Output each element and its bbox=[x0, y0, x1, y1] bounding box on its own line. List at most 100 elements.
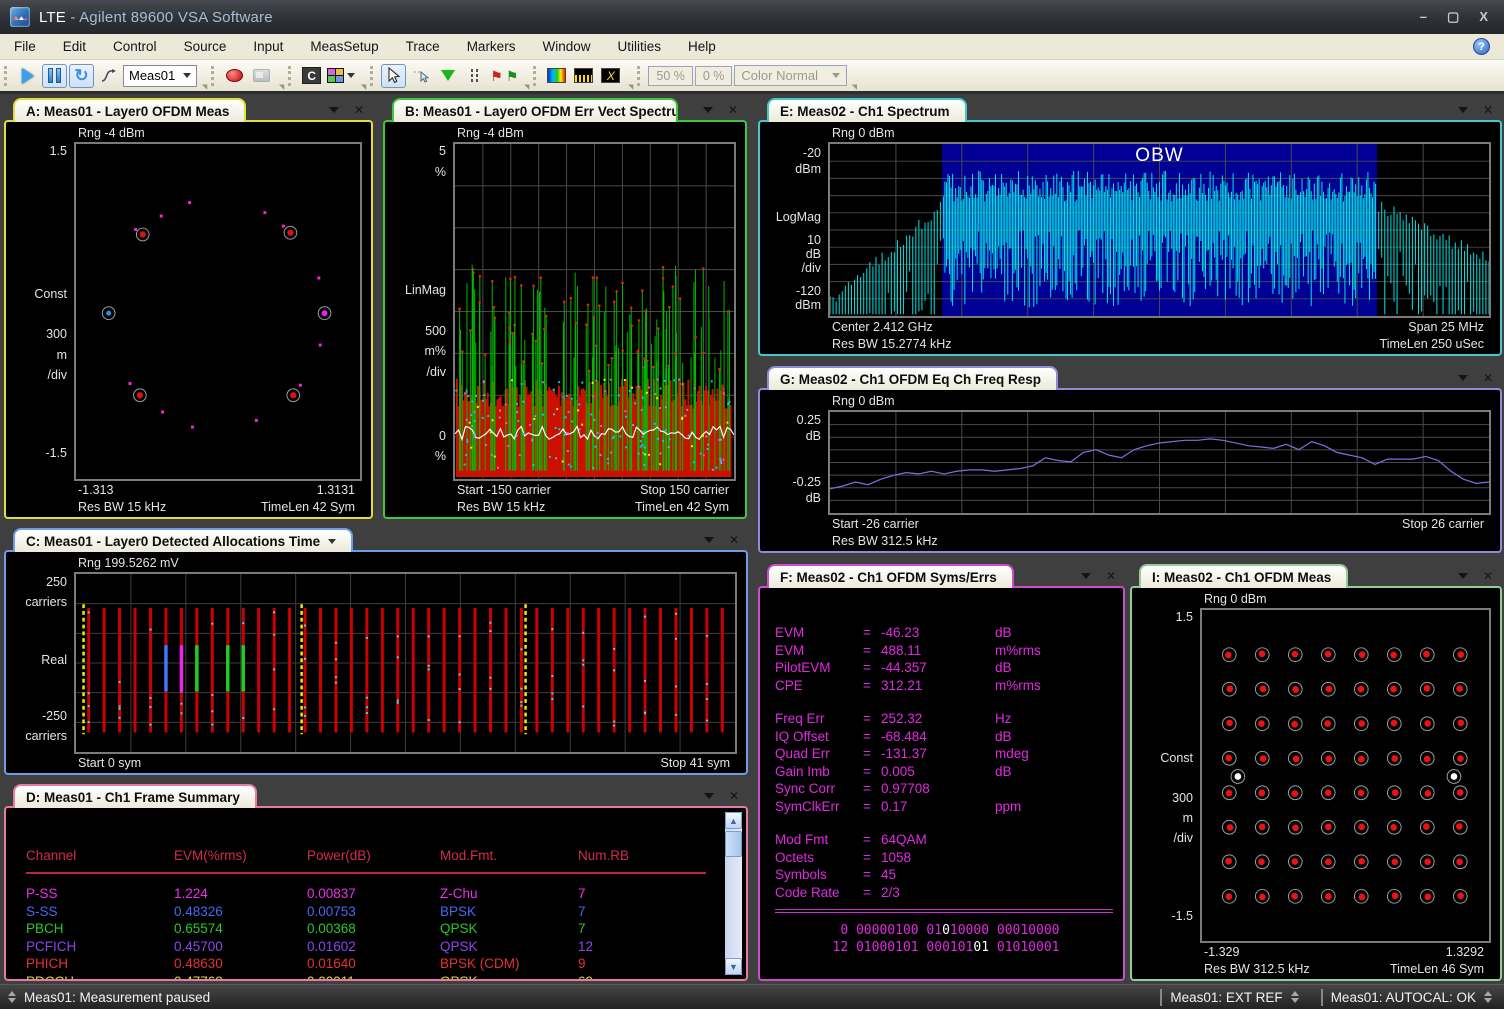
menu-item-input[interactable]: Input bbox=[253, 39, 283, 54]
panel-c-range-label: Rng 199.5262 mV bbox=[74, 554, 744, 572]
y-axis-label: dB bbox=[806, 430, 821, 443]
peak-marker-button[interactable] bbox=[435, 64, 460, 88]
group-drag-handle[interactable] bbox=[211, 66, 215, 86]
panel-c-close-button[interactable]: ✕ bbox=[729, 533, 739, 547]
scroll-up-button[interactable]: ▲ bbox=[725, 812, 742, 829]
panel-a-tab[interactable]: A: Meas01 - Layer0 OFDM Meas bbox=[13, 98, 246, 122]
panel-d-close-button[interactable]: ✕ bbox=[729, 789, 739, 803]
panel-b-close-button[interactable]: ✕ bbox=[728, 103, 738, 117]
minimize-button[interactable]: – bbox=[1420, 9, 1427, 25]
panel-e-minimize-button[interactable] bbox=[1458, 107, 1468, 113]
color-spectrogram-button[interactable] bbox=[544, 64, 569, 88]
menu-item-source[interactable]: Source bbox=[184, 39, 227, 54]
readout-eq: = bbox=[863, 832, 881, 847]
status-spinner[interactable] bbox=[8, 991, 16, 1003]
group-drag-handle[interactable] bbox=[533, 66, 537, 86]
y-axis-label: Real bbox=[41, 654, 67, 667]
x-min-label: Start -26 carrier bbox=[832, 517, 919, 532]
panel-a-close-button[interactable]: ✕ bbox=[354, 103, 364, 117]
panel-a-plot[interactable] bbox=[74, 142, 362, 481]
readout-l: IQ Offset bbox=[775, 729, 863, 744]
panel-f-tab[interactable]: F: Meas02 - Ch1 OFDM Syms/Errs bbox=[767, 564, 1014, 588]
color-mode-select[interactable]: Color Normal bbox=[734, 65, 847, 86]
spectrum-display-button[interactable] bbox=[571, 64, 596, 88]
transparency-50-button[interactable]: 50 % bbox=[648, 66, 693, 86]
panel-g-minimize-button[interactable] bbox=[1458, 375, 1468, 381]
maximize-button[interactable]: ▢ bbox=[1447, 9, 1459, 25]
panel-d-tab[interactable]: D: Meas01 - Ch1 Frame Summary bbox=[13, 784, 257, 808]
window-layout-button[interactable] bbox=[326, 64, 356, 88]
band-marker-button[interactable] bbox=[462, 64, 487, 88]
readout-l: EVM bbox=[775, 625, 863, 640]
status-spinner[interactable] bbox=[1291, 991, 1299, 1003]
y-axis-label: /div bbox=[802, 262, 821, 275]
panel-f-minimize-button[interactable] bbox=[1081, 573, 1091, 579]
flag-markers-button[interactable]: ⚑⚑ bbox=[489, 64, 519, 88]
close-button[interactable]: X bbox=[1479, 9, 1488, 25]
panel-c-minimize-button[interactable] bbox=[704, 537, 714, 543]
menu-item-window[interactable]: Window bbox=[542, 39, 590, 54]
measurement-select[interactable]: Meas01 bbox=[123, 65, 197, 87]
y-axis-label: m% bbox=[424, 345, 446, 358]
table-header-row: ChannelEVM(%rms)Power(dB)Mod.Fmt.Num.RB bbox=[26, 848, 706, 863]
menu-item-trace[interactable]: Trace bbox=[406, 39, 440, 54]
playback-display-button[interactable] bbox=[249, 64, 274, 88]
panel-i-close-button[interactable]: ✕ bbox=[1483, 569, 1493, 583]
panel-e-y-axis: -20dBmLogMag10dB/div-120dBm bbox=[762, 142, 828, 318]
menu-item-markers[interactable]: Markers bbox=[467, 39, 516, 54]
status-spinner[interactable] bbox=[1484, 991, 1492, 1003]
timelen-label: TimeLen 42 Sym bbox=[261, 500, 355, 515]
play-button[interactable] bbox=[15, 64, 40, 88]
menu-item-meassetup[interactable]: MeasSetup bbox=[310, 39, 378, 54]
pause-button[interactable] bbox=[42, 64, 67, 88]
panel-g-tab[interactable]: G: Meas02 - Ch1 OFDM Eq Ch Freq Resp bbox=[767, 366, 1058, 390]
readout-row: Sync Corr=0.97708 bbox=[775, 780, 1117, 798]
panel-d-minimize-button[interactable] bbox=[704, 793, 714, 799]
record-button[interactable] bbox=[222, 64, 247, 88]
group-drag-handle[interactable] bbox=[370, 66, 374, 86]
panel-b-tab[interactable]: B: Meas01 - Layer0 OFDM Err Vect Spectru… bbox=[392, 98, 678, 122]
group-drag-handle[interactable] bbox=[288, 66, 292, 86]
panel-e-close-button[interactable]: ✕ bbox=[1483, 103, 1493, 117]
restart-button[interactable]: ↻ bbox=[69, 64, 94, 88]
panel-d-frame-summary: D: Meas01 - Ch1 Frame Summary ✕ ChannelE… bbox=[4, 784, 748, 981]
menu-item-edit[interactable]: Edit bbox=[63, 39, 86, 54]
group-drag-handle[interactable] bbox=[637, 66, 641, 86]
menu-item-control[interactable]: Control bbox=[113, 39, 157, 54]
scroll-down-button[interactable]: ▼ bbox=[725, 958, 742, 975]
panel-g-plot[interactable] bbox=[828, 410, 1491, 515]
help-icon[interactable]: ? bbox=[1473, 38, 1490, 55]
vertical-scrollbar[interactable]: ▲ ▼ bbox=[725, 812, 742, 975]
panel-b-title: B: Meas01 - Layer0 OFDM Err Vect Spectru… bbox=[405, 104, 678, 119]
trigger-button[interactable] bbox=[96, 64, 121, 88]
panel-b-minimize-button[interactable] bbox=[703, 107, 713, 113]
panel-b-plot[interactable] bbox=[453, 142, 736, 481]
pointer-button[interactable] bbox=[381, 64, 406, 88]
table-cell: PHICH bbox=[26, 956, 174, 974]
readout-eq: = bbox=[863, 746, 881, 761]
menu-item-file[interactable]: File bbox=[14, 39, 36, 54]
x-min-label: Start 0 sym bbox=[78, 756, 141, 771]
panel-f-close-button[interactable]: ✕ bbox=[1106, 569, 1116, 583]
marker-to-peak-button[interactable] bbox=[408, 64, 433, 88]
transparency-0-button[interactable]: 0 % bbox=[695, 66, 733, 86]
panel-e-plot[interactable]: OBW bbox=[828, 142, 1491, 318]
table-cell: BPSK bbox=[440, 904, 578, 922]
panel-a-minimize-button[interactable] bbox=[329, 107, 339, 113]
x-min-label: Start -150 carrier bbox=[457, 483, 551, 498]
panel-c-tab[interactable]: C: Meas01 - Layer0 Detected Allocations … bbox=[13, 528, 353, 552]
panel-e-tab[interactable]: E: Meas02 - Ch1 Spectrum bbox=[767, 98, 967, 122]
timelen-label: TimeLen 42 Sym bbox=[635, 500, 729, 515]
panel-i-minimize-button[interactable] bbox=[1458, 573, 1468, 579]
panel-c-plot[interactable] bbox=[74, 572, 737, 754]
group-drag-handle[interactable] bbox=[4, 66, 8, 86]
panel-i-tab[interactable]: I: Meas02 - Ch1 OFDM Meas bbox=[1139, 564, 1348, 588]
scrollbar-thumb[interactable] bbox=[725, 831, 742, 857]
panel-i-plot[interactable] bbox=[1200, 608, 1491, 943]
eye-diagram-button[interactable]: X bbox=[598, 64, 623, 88]
trace-c-button[interactable]: C bbox=[299, 64, 324, 88]
readout-v: -131.37 bbox=[881, 746, 973, 761]
menu-item-help[interactable]: Help bbox=[688, 39, 716, 54]
menu-item-utilities[interactable]: Utilities bbox=[617, 39, 661, 54]
panel-g-close-button[interactable]: ✕ bbox=[1483, 371, 1493, 385]
